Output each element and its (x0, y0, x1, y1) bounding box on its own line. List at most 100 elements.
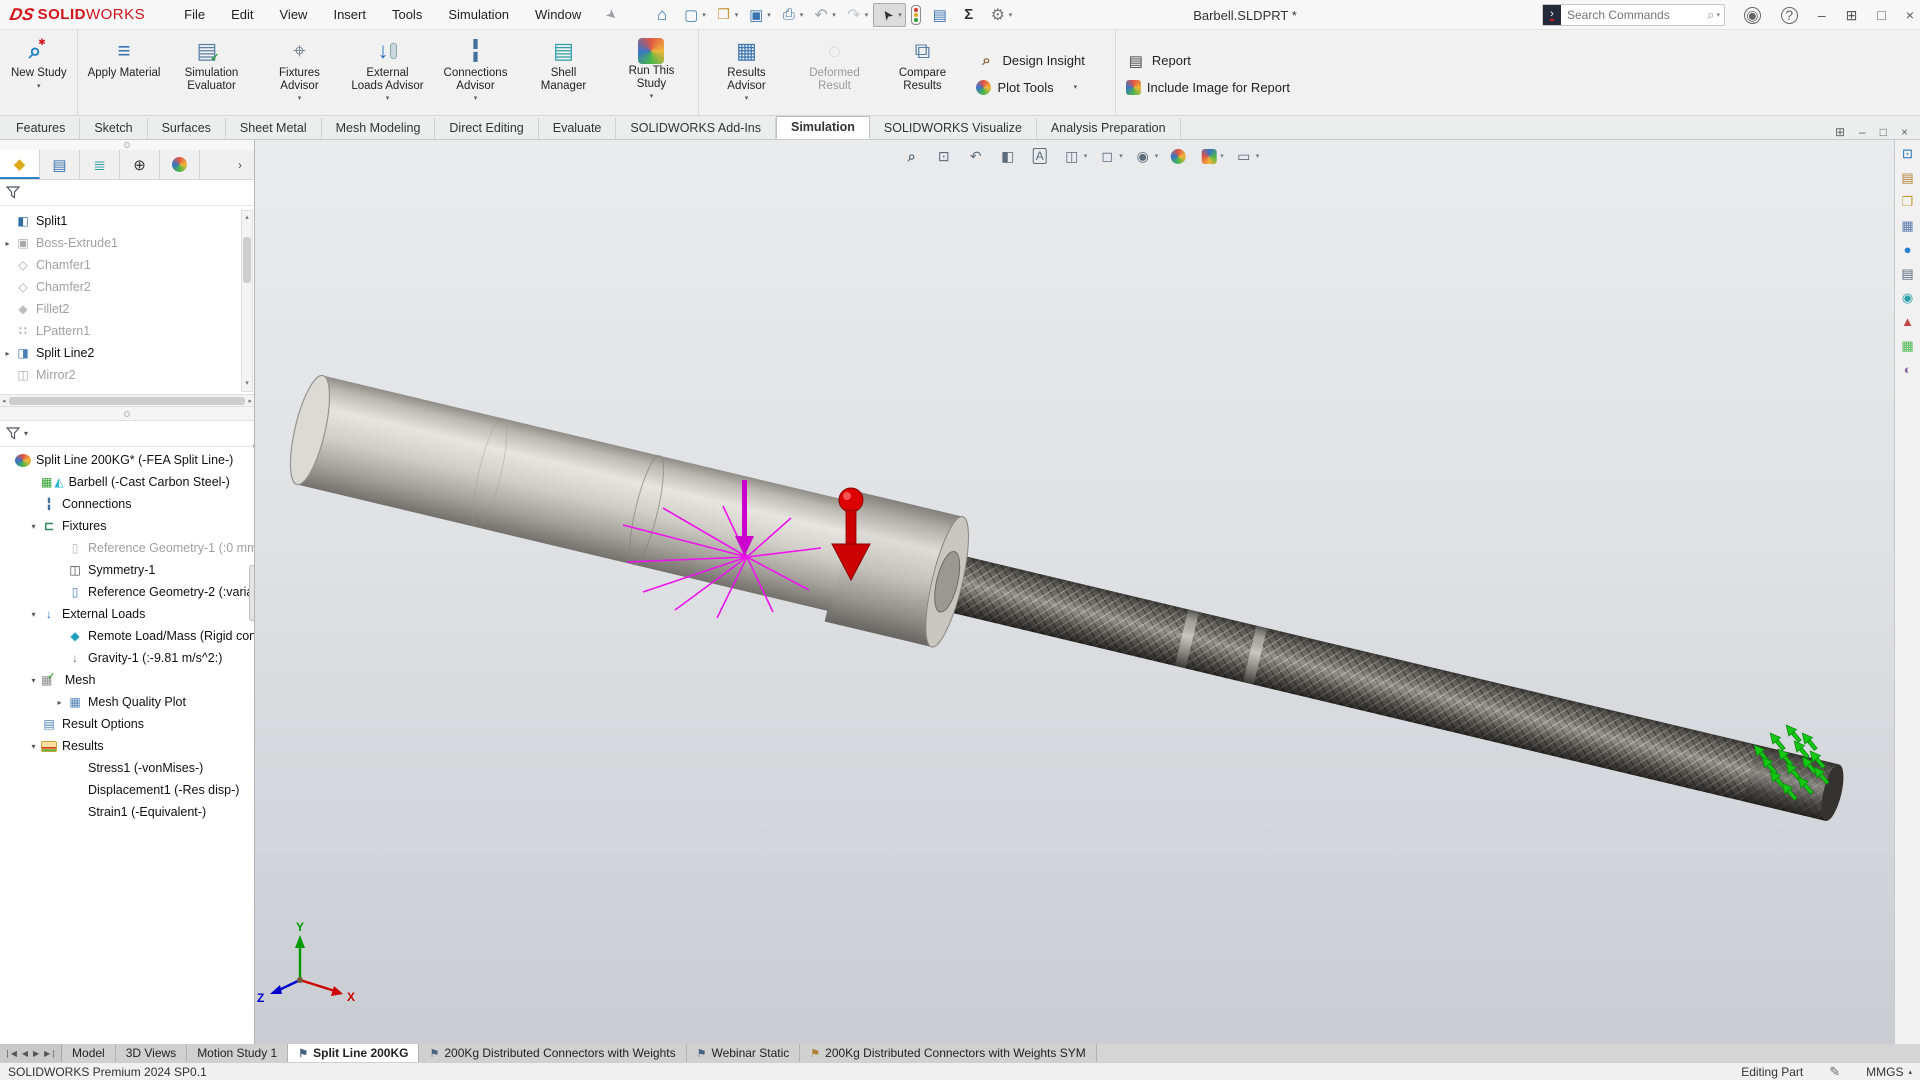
tab-nav-arrow-icon[interactable]: ❘◀ (4, 1049, 17, 1058)
command-tab[interactable]: Mesh Modeling (322, 118, 436, 139)
tree-item[interactable]: Reference Geometry-2 (:variable:) (0, 581, 254, 603)
command-tab[interactable]: Sheet Metal (226, 118, 322, 139)
command-tab[interactable]: Sketch (80, 118, 147, 139)
messages-icon[interactable]: ◐ (1898, 360, 1918, 379)
tree-item[interactable]: Strain1 (-Equivalent-) (0, 801, 254, 823)
hud-button[interactable] (994, 144, 1023, 168)
menu-item[interactable]: View (269, 3, 319, 26)
hud-button[interactable]: ▾ (1195, 145, 1227, 168)
dropdown-arrow-icon[interactable]: ▾ (37, 82, 41, 90)
menu-item[interactable]: Window (524, 3, 592, 26)
hud-button[interactable] (962, 144, 991, 168)
hud-button[interactable] (1164, 145, 1192, 168)
tree-item[interactable]: Chamfer1 (0, 254, 254, 276)
user-profile-icon[interactable]: ◉ (1744, 7, 1761, 24)
dropdown-arrow-icon[interactable]: ▾ (865, 11, 869, 19)
hud-button[interactable]: ▾ (1230, 144, 1263, 168)
toolbar-button[interactable] (927, 3, 954, 27)
file-explorer-icon[interactable]: ❒ (1898, 192, 1918, 211)
custom-properties-icon[interactable]: ▤ (1898, 264, 1918, 283)
tree-item[interactable]: ▸ Boss-Extrude1 (0, 232, 254, 254)
tree-item[interactable]: Remote Load/Mass (Rigid connect (0, 625, 254, 647)
tree-item[interactable]: Connections (0, 493, 254, 515)
ribbon-small-button[interactable]: Include Image for Report (1126, 80, 1290, 95)
tab-nav-arrow-icon[interactable]: ▶ (33, 1049, 39, 1058)
toolbar-button[interactable] (649, 3, 676, 27)
ribbon-button[interactable]: Run This Study ▾ (607, 30, 695, 115)
ribbon-small-button[interactable]: Design Insight (976, 51, 1104, 71)
filter-funnel-icon[interactable] (6, 186, 20, 199)
dropdown-arrow-icon[interactable]: ▾ (386, 94, 390, 102)
toolbar-button[interactable]: ▾ (678, 3, 709, 27)
menu-item[interactable]: Simulation (437, 3, 520, 26)
toolbar-button[interactable]: ▾ (841, 3, 872, 27)
tree-item[interactable]: ▾ Mesh (0, 669, 254, 691)
dropdown-arrow-icon[interactable]: ▾ (1074, 83, 1078, 91)
dropdown-arrow-icon[interactable]: ▾ (650, 92, 654, 100)
dropdown-arrow-icon[interactable]: ▾ (474, 94, 478, 102)
menu-item[interactable]: Tools (381, 3, 433, 26)
tree-item[interactable]: Chamfer2 (0, 276, 254, 298)
unit-system-selector[interactable]: MMGS ▴ (1866, 1065, 1912, 1079)
dropdown-arrow-icon[interactable]: ▾ (1119, 152, 1123, 160)
ribbon-button[interactable]: New Study ▾ (4, 30, 74, 115)
design-library-icon[interactable]: ▤ (1898, 168, 1918, 187)
expand-arrow-icon[interactable]: ▸ (52, 698, 67, 707)
ribbon-button[interactable]: Fixtures Advisor ▾ (255, 30, 343, 115)
expand-arrow-icon[interactable]: ▾ (26, 742, 41, 751)
scrollbar-thumb[interactable] (9, 397, 246, 405)
view-palette-icon[interactable]: ▦ (1898, 216, 1918, 235)
document-tab[interactable]: Split Line 200KG (288, 1044, 419, 1062)
feature-tree-vertical-scrollbar[interactable]: ▴ ▾ (241, 210, 253, 392)
hud-button[interactable] (898, 144, 927, 168)
dropdown-arrow-icon[interactable]: ▾ (1220, 152, 1224, 160)
unit-dropdown-icon[interactable]: ▴ (1908, 1068, 1912, 1076)
hud-button[interactable] (1026, 144, 1055, 168)
document-tab[interactable]: Motion Study 1 (187, 1044, 288, 1062)
ribbon-small-button[interactable]: Report (1126, 51, 1290, 71)
document-tab[interactable]: 3D Views (116, 1044, 187, 1062)
ribbon-small-button[interactable]: Plot Tools ▾ (976, 80, 1104, 95)
search-dropdown-icon[interactable]: ▾ (1716, 11, 1720, 19)
menu-item[interactable]: Edit (220, 3, 264, 26)
toolbar-button[interactable]: ▾ (985, 3, 1016, 27)
dropdown-arrow-icon[interactable]: ▾ (745, 94, 749, 102)
pin-menu-icon[interactable]: ➤ (602, 5, 621, 24)
command-tab[interactable]: SOLIDWORKS Visualize (870, 118, 1037, 139)
dropdown-arrow-icon[interactable]: ▾ (298, 94, 302, 102)
expand-arrow-icon[interactable]: ▾ (26, 676, 41, 685)
tree-item[interactable]: ▸ Split Line2 (0, 342, 254, 364)
command-tab[interactable]: Simulation (776, 116, 870, 139)
command-tab[interactable]: Direct Editing (435, 118, 538, 139)
hud-button[interactable]: ▾ (1058, 144, 1091, 168)
toolbar-button[interactable]: ▾ (743, 3, 774, 27)
manager-tab[interactable] (80, 150, 120, 179)
more-tabs-icon[interactable]: › (226, 150, 254, 179)
scrollbar-thumb[interactable] (243, 237, 251, 283)
menu-item[interactable]: File (173, 3, 216, 26)
expand-arrow-icon[interactable]: ▸ (0, 239, 15, 248)
search-input[interactable] (1565, 7, 1705, 23)
search-icon[interactable]: ⌕ (1707, 7, 1714, 23)
tree-item[interactable]: Reference Geometry-1 (:0 mm:) (0, 537, 254, 559)
command-tab[interactable]: Analysis Preparation (1037, 118, 1181, 139)
command-tab[interactable]: SOLIDWORKS Add-Ins (616, 118, 776, 139)
help-icon[interactable]: ? (1781, 7, 1798, 24)
simulation-gallery-icon[interactable]: ▲ (1898, 312, 1918, 331)
solidworks-add-ins-icon[interactable]: ▦ (1898, 336, 1918, 355)
manager-tab[interactable] (40, 150, 80, 179)
feature-tree-horizontal-scrollbar[interactable]: ◂ ▸ (0, 394, 254, 407)
tree-item[interactable]: ▾ External Loads (0, 603, 254, 625)
command-tab[interactable]: Evaluate (539, 118, 617, 139)
ribbon-button[interactable]: Shell Manager (519, 30, 607, 115)
tab-nav-arrow-icon[interactable]: ◀ (22, 1049, 28, 1058)
tree-item[interactable]: Mirror2 (0, 364, 254, 386)
tree-item[interactable]: Barbell (-Cast Carbon Steel-) (0, 471, 254, 493)
appearances-scenes-icon[interactable]: ● (1898, 240, 1918, 259)
tree-item[interactable]: Gravity-1 (:-9.81 m/s^2:) (0, 647, 254, 669)
hud-button[interactable] (930, 144, 959, 168)
graphics-viewport[interactable]: Y X Z (255, 140, 1894, 1044)
document-tab[interactable]: 200Kg Distributed Connectors with Weight… (800, 1044, 1096, 1062)
tree-item[interactable]: Split Line 200KG* (-FEA Split Line-) (0, 449, 254, 471)
hud-button[interactable]: ▾ (1093, 144, 1126, 168)
